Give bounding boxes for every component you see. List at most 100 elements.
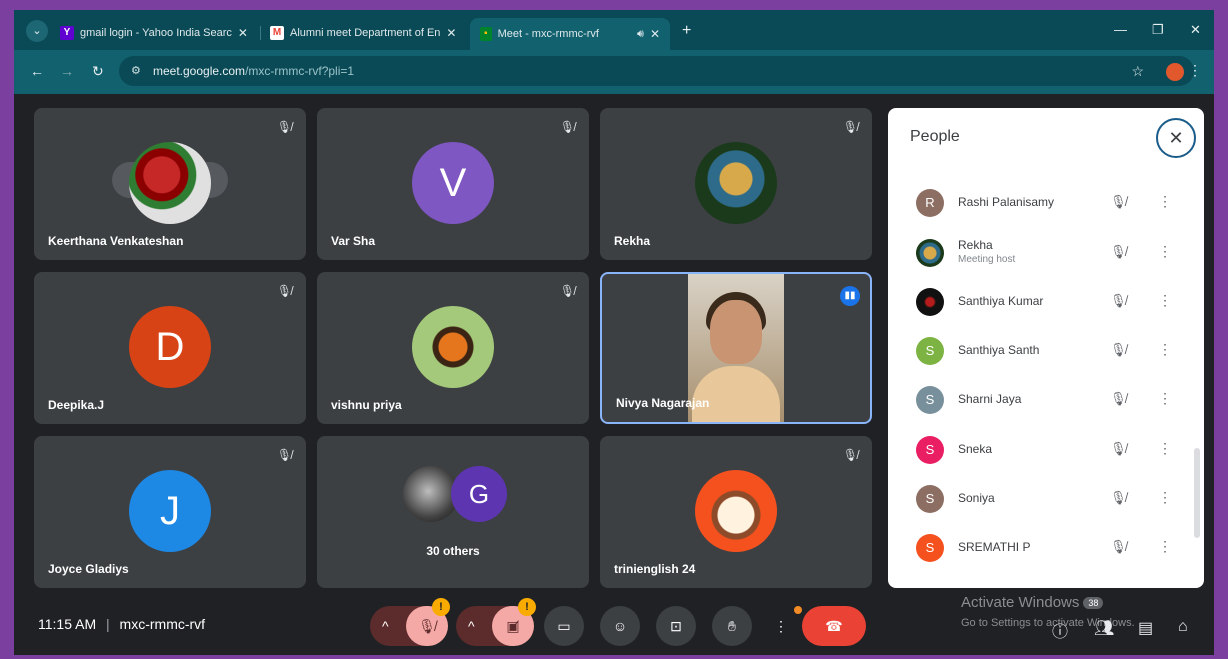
more-options-icon[interactable]: ⋮ [1158, 341, 1172, 358]
more-options-icon[interactable]: ⋮ [1158, 193, 1172, 210]
leave-call-button[interactable]: ☎︎ [802, 606, 866, 646]
more-options-icon[interactable]: ⋮ [1158, 390, 1172, 407]
participant-tile[interactable]: V 🎙︎̸ Var Sha [317, 108, 589, 260]
more-options-icon[interactable]: ⋮ [768, 606, 794, 646]
more-options-icon[interactable]: ⋮ [1158, 440, 1172, 457]
bookmark-star-icon[interactable]: ☆ [1131, 63, 1144, 80]
participant-name: Rekha [614, 234, 651, 248]
mic-off-icon: 🎙︎̸ [1110, 391, 1127, 406]
others-tile[interactable]: G 30 others [317, 436, 589, 588]
activities-icon[interactable]: ⌂ [1178, 618, 1188, 636]
close-icon[interactable]: ✕ [650, 27, 660, 41]
tab-yahoo[interactable]: Y gmail login - Yahoo India Searc ✕ [60, 22, 248, 44]
participant-name: Deepika.J [48, 398, 105, 412]
meeting-details-icon[interactable]: ⓘ [1052, 618, 1068, 642]
participant-name: Keerthana Venkateshan [48, 234, 184, 248]
participant-name: SREMATHI P [958, 540, 1031, 554]
tab-title: Meet - mxc-rmmc-rvf [497, 28, 599, 40]
present-screen-icon[interactable]: ⊡ [656, 606, 696, 646]
tab-search-icon[interactable]: ⌄ [26, 20, 48, 42]
video-person-shawl [692, 366, 780, 422]
participant-tile[interactable]: 🎙︎̸ Keerthana Venkateshan [34, 108, 306, 260]
avatar [412, 306, 494, 388]
mic-off-icon: 🎙︎̸ [1110, 244, 1127, 259]
new-tab-button[interactable]: + [682, 22, 691, 40]
more-options-icon[interactable]: ⋮ [1158, 538, 1172, 555]
profile-avatar[interactable] [1166, 63, 1184, 81]
participant-row[interactable]: S Soniya 🎙︎̸ ⋮ [888, 479, 1188, 519]
chevron-up-icon[interactable]: ^ [468, 606, 475, 646]
minimize-icon[interactable]: — [1114, 22, 1127, 37]
mic-off-icon: 🎙︎̸ [1110, 539, 1127, 554]
close-icon[interactable]: ✕ [446, 26, 456, 40]
participant-tile[interactable]: J 🎙︎̸ Joyce Gladiys [34, 436, 306, 588]
tab-strip: ⌄ Y gmail login - Yahoo India Searc ✕ M … [14, 10, 1214, 50]
mic-off-icon: 🎙︎̸ [842, 448, 858, 462]
captions-icon[interactable]: ▭ [544, 606, 584, 646]
avatar: J [129, 470, 211, 552]
raise-hand-icon[interactable]: ✋︎ [712, 606, 752, 646]
participant-tile[interactable]: 🎙︎̸ trinienglish 24 [600, 436, 872, 588]
restore-icon[interactable]: ❐ [1152, 22, 1164, 38]
participant-row[interactable]: S Sharni Jaya 🎙︎̸ ⋮ [888, 380, 1188, 420]
emoji-icon[interactable]: ☺ [600, 606, 640, 646]
panel-scrollbar[interactable] [1194, 448, 1200, 538]
avatar [916, 288, 944, 316]
participant-row[interactable]: Rekha Meeting host 🎙︎̸ ⋮ [888, 233, 1188, 273]
people-icon[interactable]: 👥︎ [1094, 618, 1114, 638]
address-bar[interactable]: ⚙︎ meet.google.com/mxc-rmmc-rvf?pli=1 ☆ [119, 56, 1194, 86]
mic-control[interactable]: ^ 🎙︎̸ ! [370, 598, 450, 646]
tab-meet[interactable]: ▪ Meet - mxc-rmmc-rvf 🔊︎ ✕ [470, 18, 670, 50]
chat-icon[interactable]: ▤ [1138, 618, 1153, 638]
camera-control[interactable]: ^ ▣̸ ! [456, 598, 536, 646]
mic-off-icon: 🎙︎̸ [1110, 293, 1127, 308]
avatar: G [451, 466, 507, 522]
tab-divider [260, 26, 261, 40]
watermark-title: Activate Windows [961, 594, 1080, 611]
participant-row[interactable]: Santhiya Kumar 🎙︎̸ ⋮ [888, 282, 1188, 322]
mic-off-icon: 🎙︎̸ [276, 120, 292, 134]
yahoo-icon: Y [60, 26, 74, 40]
more-options-icon[interactable]: ⋮ [1158, 243, 1172, 260]
speaker-icon[interactable]: 🔊︎ [637, 28, 644, 41]
speaking-indicator-icon: ▮▮ [840, 286, 860, 306]
avatar: D [129, 306, 211, 388]
mic-off-icon: 🎙︎̸ [1110, 490, 1127, 505]
meeting-info: 11:15 AM | mxc-rmmc-rvf [38, 616, 206, 632]
close-icon[interactable]: ✕ [238, 26, 248, 40]
close-window-icon[interactable]: ✕ [1190, 22, 1201, 38]
browser-menu-icon[interactable]: ⋮ [1188, 62, 1202, 79]
warning-badge: ! [518, 598, 536, 616]
warning-badge: ! [432, 598, 450, 616]
participant-tile[interactable]: 🎙︎̸ Rekha [600, 108, 872, 260]
chevron-up-icon[interactable]: ^ [382, 606, 389, 646]
tab-gmail[interactable]: M Alumni meet Department of En ✕ [270, 22, 456, 44]
video-person-face [710, 300, 762, 364]
mic-off-icon: 🎙︎̸ [1110, 441, 1127, 456]
avatar: S [916, 337, 944, 365]
participant-name: Santhiya Santh [958, 343, 1040, 357]
back-icon[interactable]: ← [30, 63, 44, 79]
participant-tile-speaking[interactable]: ▮▮ Nivya Nagarajan [600, 272, 872, 424]
site-info-icon[interactable]: ⚙︎ [131, 64, 141, 77]
participant-tile[interactable]: D 🎙︎̸ Deepika.J [34, 272, 306, 424]
avatar [695, 142, 777, 224]
participant-tile[interactable]: 🎙︎̸ vishnu priya [317, 272, 589, 424]
close-panel-button[interactable]: ✕ [1156, 118, 1196, 158]
forward-icon[interactable]: → [60, 63, 74, 79]
people-panel-title: People [910, 128, 960, 145]
participant-row[interactable]: R Rashi Palanisamy 🎙︎̸ ⋮ [888, 183, 1188, 223]
others-count: 30 others [426, 544, 480, 558]
participant-name: Soniya [958, 491, 995, 505]
participant-row[interactable]: S Santhiya Santh 🎙︎̸ ⋮ [888, 331, 1188, 371]
participant-row[interactable]: S SREMATHI P 🎙︎̸ ⋮ [888, 528, 1188, 568]
url-text[interactable]: meet.google.com/mxc-rmmc-rvf?pli=1 [153, 64, 354, 78]
avatar [916, 239, 944, 267]
reload-icon[interactable]: ↻ [92, 63, 104, 80]
participant-name: Sneka [958, 442, 993, 456]
more-options-icon[interactable]: ⋮ [1158, 489, 1172, 506]
participant-row[interactable]: S Sneka 🎙︎̸ ⋮ [888, 430, 1188, 470]
meeting-code: mxc-rmmc-rvf [119, 616, 206, 632]
participant-name: vishnu priya [331, 398, 402, 412]
more-options-icon[interactable]: ⋮ [1158, 292, 1172, 309]
